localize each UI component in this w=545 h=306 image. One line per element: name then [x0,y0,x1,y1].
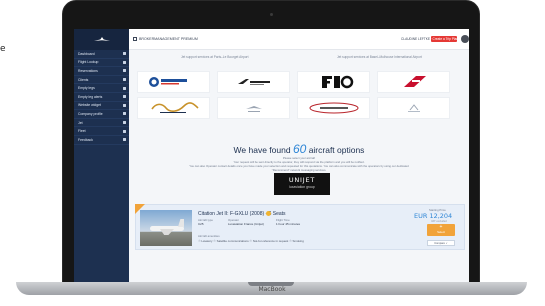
sidebar-item-dashboard[interactable]: Dashboard [74,50,129,59]
select-button-label: Select [437,230,445,234]
operator-logo-amac[interactable] [377,97,450,119]
sidebar-item-empty-leg-alerts[interactable]: Empty leg alerts [74,93,129,102]
tag-icon [123,86,126,90]
general-aviation-logo [309,102,358,114]
sidebar-item-label: Empty leg alerts [78,94,103,99]
sidebar-item-jet[interactable]: Jet [74,119,129,128]
results-title-suffix: aircraft options [308,145,365,155]
building-icon [123,112,126,116]
plane-logo-icon [93,36,110,41]
plane-icon [123,60,126,64]
workspace-switcher[interactable]: BROKERMANAGEMENT PREMIUM [133,37,198,41]
workspace-label: BROKERMANAGEMENT PREMIUM [139,37,198,41]
compare-button[interactable]: Compare ✓ [427,240,455,246]
results-info-line: "Recommend" network messaging services. [271,168,327,172]
dashboard-icon [123,52,126,56]
sidebar-item-label: Feedback [78,137,93,142]
sidebar-item-label: Flight Lookup [78,60,99,65]
results-title-prefix: We have found [233,145,291,155]
operator-logo-name: UNIJET [288,176,316,184]
signature-logo [150,102,199,113]
calendar-icon [123,69,126,73]
sidebar-item-clients[interactable]: Clients [74,76,129,85]
code-icon [123,103,126,107]
jet-icon [123,121,126,125]
meta-value-type: C25 [198,222,204,226]
laptop-brand: MacBook [258,286,286,293]
create-trip-button[interactable]: + Create a Trip Plan [430,36,458,42]
tag-logo [403,76,426,87]
universal-aviation-logo [148,77,187,87]
sidebar-item-label: Dashboard [78,51,95,56]
meta-value-flight-time: 1 hour 45 minutes [276,222,301,226]
stage: e MacBook Dashboard Flight Lookup Reserv… [0,0,545,306]
sidebar-item-flight-lookup[interactable]: Flight Lookup [74,59,129,68]
app-logo[interactable] [74,29,129,50]
sidebar-item-label: Website widget [78,103,101,108]
chat-icon [123,138,126,142]
screen: Dashboard Flight Lookup Reservations Cli… [74,29,469,282]
sidebar-item-website-widget[interactable]: Website widget [74,102,129,111]
operators-heading-left: Jet support services at Paris–Le Bourget… [181,55,249,59]
sidebar-item-empty-legs[interactable]: Empty legs [74,84,129,93]
operator-logo-jet-service[interactable] [217,97,290,119]
fleet-icon [123,129,126,133]
price-value: EUR 12,204 [414,212,453,220]
price-tax-note: VAT excluded [431,220,447,223]
main-content: Jet support services at Paris–Le Bourget… [129,50,469,282]
select-aircraft-button[interactable]: + Select [427,224,455,236]
aircraft-result-card[interactable]: Citation Jet II: F-GXLU (2008) - 6 Seats… [135,204,465,250]
results-count: 60 [292,142,307,156]
sidebar-item-label: Clients [78,77,89,82]
amenities-label: Aircraft amenities [198,234,220,238]
sidebar-item-label: Jet [78,120,83,125]
dassault-logo [237,79,270,85]
amenities-list: ☉ Lavatory ☉ Satellite communications ☉ … [198,239,304,243]
operator-logo-dassault[interactable] [217,71,290,93]
rating-badge-icon [266,211,271,216]
sidebar-item-label: Fleet [78,129,86,134]
operators-heading-right: Jet support services at Basel–Mulhouse I… [337,55,422,59]
sidebar-item-label: Reservations [78,68,98,73]
operator-logo-unijet: UNIJET luxaviation group [274,173,330,195]
amac-logo [407,104,420,112]
operator-logo-signature[interactable] [137,97,210,119]
sidebar-item-feedback[interactable]: Feedback [74,136,129,145]
operator-logo-tagline: luxaviation group [289,185,315,189]
fbo-logo [321,75,353,89]
aircraft-title[interactable]: Citation Jet II: F-GXLU (2008) - 6 Seats [198,211,286,217]
sidebar-item-label: Company profile [78,111,103,116]
operator-logo-tag[interactable] [377,71,450,93]
sidebar-item-company-profile[interactable]: Company profile [74,110,129,119]
bell-icon [123,95,126,99]
operator-logo-fbo[interactable] [297,71,370,93]
sidebar-item-reservations[interactable]: Reservations [74,67,129,76]
page-edge-text: e [0,44,6,54]
operator-logo-universal[interactable] [137,71,210,93]
operator-logo-general-aviation[interactable] [297,97,370,119]
meta-value-operator: Luxaviation France (Unijet) [228,222,264,226]
avatar[interactable] [461,35,469,43]
topbar: BROKERMANAGEMENT PREMIUM CLAUDINE LEFTKE… [129,29,469,50]
results-title: We have found 60 aircraft options [129,142,469,156]
sidebar-item-label: Empty legs [78,86,95,91]
sidebar-item-fleet[interactable]: Fleet [74,127,129,136]
sidebar: Dashboard Flight Lookup Reservations Cli… [74,29,129,282]
aircraft-photo[interactable] [140,210,192,246]
user-icon [123,78,126,82]
webcam [270,13,273,16]
grid-icon [133,37,137,41]
jet-service-logo [245,106,262,112]
